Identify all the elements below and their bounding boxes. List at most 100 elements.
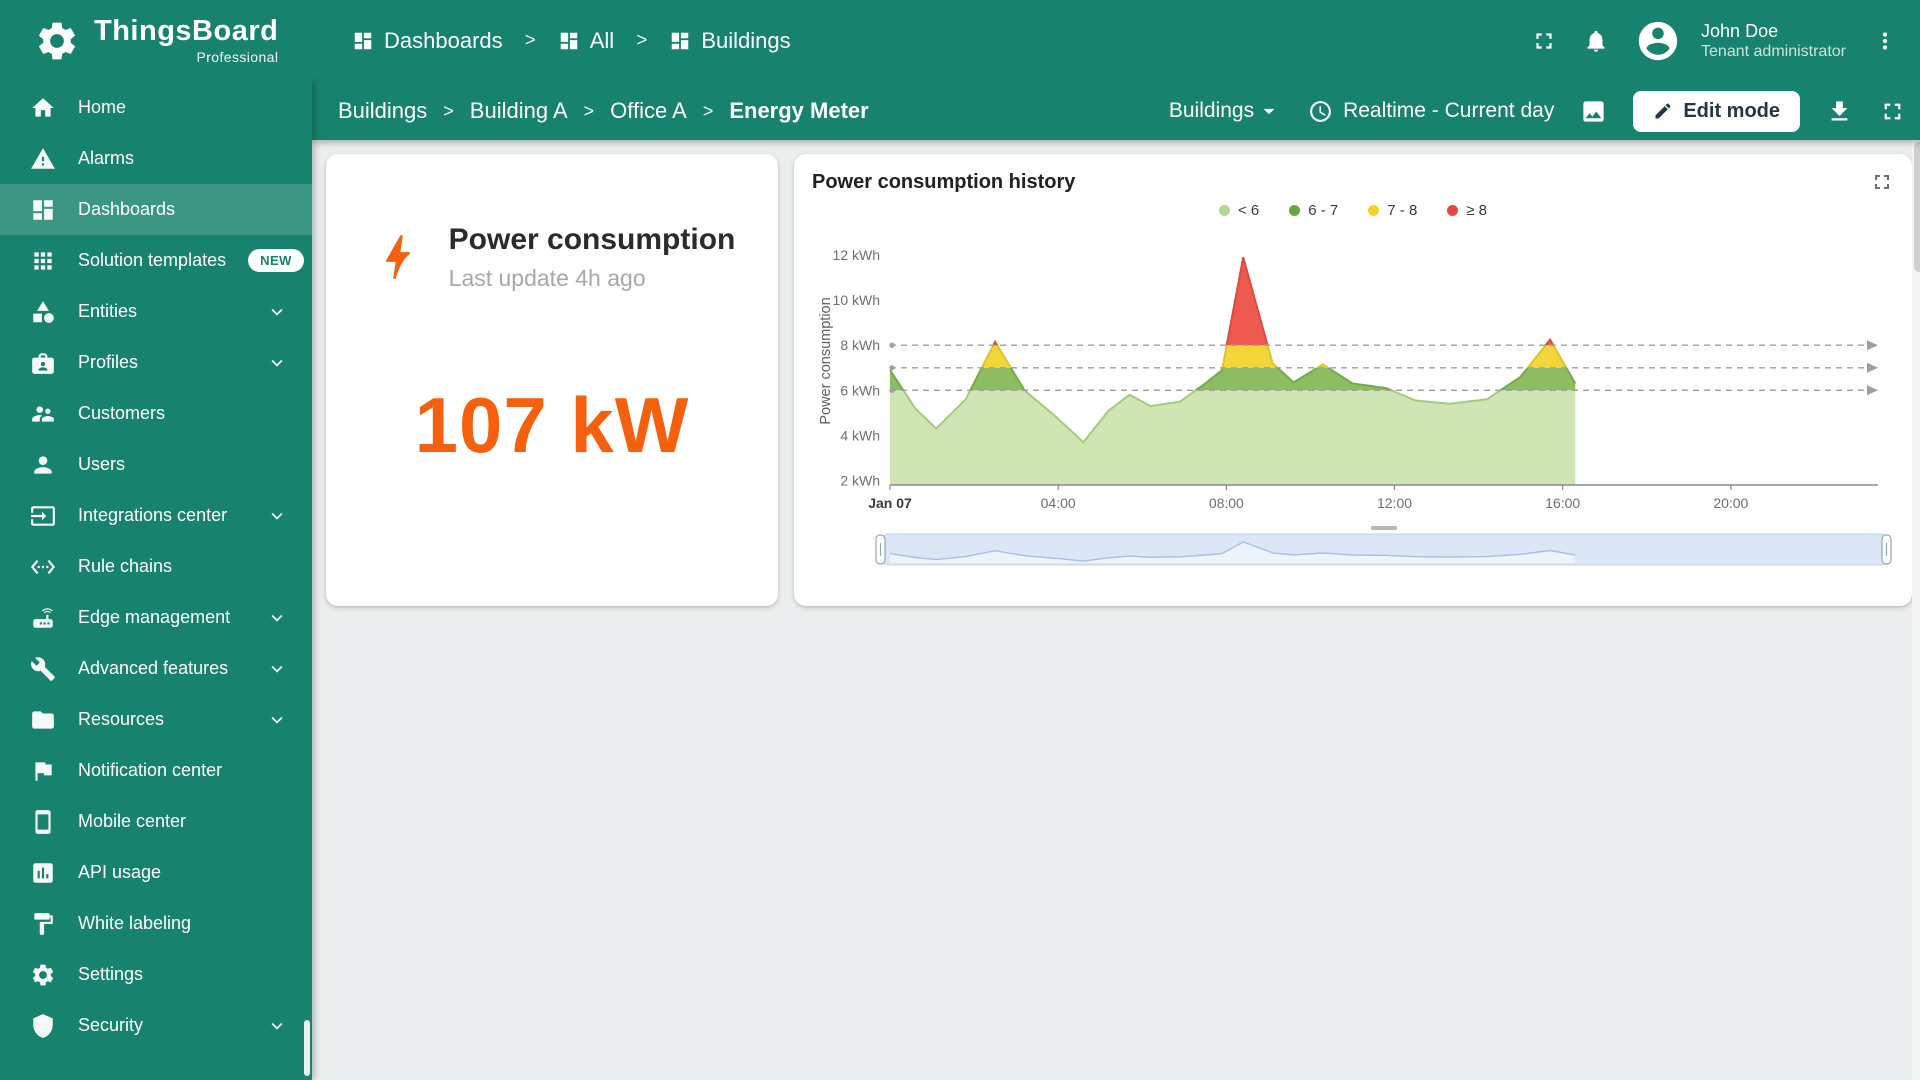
- user-avatar[interactable]: [1635, 18, 1681, 64]
- sidebar-item-label: Settings: [78, 964, 288, 985]
- dashboard-path-buildings[interactable]: Buildings: [338, 98, 427, 124]
- power-card-subtitle: Last update 4h ago: [449, 265, 736, 292]
- toolbar-right: Buildings Realtime - Current day Edit mo…: [1169, 91, 1906, 132]
- svg-text:Power consumption: Power consumption: [818, 297, 834, 424]
- sidebar-item-label: Integrations center: [78, 505, 244, 526]
- rule-chains-icon: [30, 554, 56, 580]
- svg-text:4 kWh: 4 kWh: [840, 427, 880, 443]
- svg-text:12 kWh: 12 kWh: [833, 247, 880, 263]
- alarms-icon: [30, 146, 56, 172]
- timewindow-button[interactable]: Realtime - Current day: [1308, 99, 1554, 124]
- header-breadcrumb: Dashboards>All>Buildings: [352, 28, 791, 54]
- security-icon: [30, 1013, 56, 1039]
- customers-icon: [30, 401, 56, 427]
- clock-icon: [1308, 99, 1333, 124]
- sidebar-item-settings[interactable]: Settings: [0, 949, 312, 1000]
- sidebar-item-resources[interactable]: Resources: [0, 694, 312, 745]
- legend-dot: [1289, 205, 1300, 216]
- dashboard-path-building-a[interactable]: Building A: [470, 98, 568, 124]
- download-icon[interactable]: [1826, 98, 1853, 125]
- path-separator: >: [703, 101, 714, 122]
- navigator-scroll-thumb[interactable]: [1371, 526, 1397, 530]
- user-name: John Doe: [1701, 20, 1846, 43]
- entity-select[interactable]: Buildings: [1169, 98, 1282, 124]
- legend-dot: [1219, 205, 1230, 216]
- chevron-down-icon: [266, 505, 288, 527]
- users-icon: [30, 452, 56, 478]
- chart-navigator[interactable]: [812, 525, 1894, 573]
- path-separator: >: [443, 101, 454, 122]
- power-history-widget: Power consumption history < 6 6 - 7 7 - 8 ≥…: [794, 154, 1912, 606]
- sidebar-item-solution-templates[interactable]: Solution templatesNEW: [0, 235, 312, 286]
- sidebar-item-label: Edge management: [78, 607, 244, 628]
- history-card-header: Power consumption history: [812, 170, 1894, 194]
- power-card-value: 107 kW: [326, 380, 778, 471]
- entities-icon: [30, 299, 56, 325]
- sidebar-item-edge-management[interactable]: Edge management: [0, 592, 312, 643]
- solution-templates-icon: [30, 248, 56, 274]
- legend-item-6[interactable]: < 6: [1219, 202, 1259, 219]
- integrations-icon: [30, 503, 56, 529]
- dashboard-breadcrumb: Buildings>Building A>Office A>Energy Met…: [338, 98, 869, 124]
- sidebar-item-entities[interactable]: Entities: [0, 286, 312, 337]
- user-meta[interactable]: John Doe Tenant administrator: [1701, 20, 1846, 63]
- breadcrumb-separator: >: [636, 30, 647, 52]
- dashboard-path-office-a[interactable]: Office A: [610, 98, 687, 124]
- svg-text:8 kWh: 8 kWh: [840, 337, 880, 353]
- fullscreen-icon[interactable]: [1531, 28, 1557, 54]
- sidebar-item-label: Profiles: [78, 352, 244, 373]
- sidebar-item-advanced-features[interactable]: Advanced features: [0, 643, 312, 694]
- legend-item-7-8[interactable]: 7 - 8: [1368, 202, 1417, 219]
- brand-area: ThingsBoard Professional: [0, 0, 312, 82]
- sidebar-item-integrations-center[interactable]: Integrations center: [0, 490, 312, 541]
- header-breadcrumb-buildings[interactable]: Buildings: [669, 28, 790, 54]
- sidebar-item-label: Customers: [78, 403, 288, 424]
- sidebar-item-notification-center[interactable]: Notification center: [0, 745, 312, 796]
- legend-label: < 6: [1238, 202, 1259, 219]
- navigator-left-handle[interactable]: [876, 535, 885, 564]
- expand-widget-icon[interactable]: [1870, 170, 1894, 194]
- navigator-right-handle[interactable]: [1882, 535, 1891, 564]
- dashboards-grid-icon: [669, 30, 691, 52]
- svg-text:04:00: 04:00: [1041, 495, 1076, 511]
- chevron-down-icon: [266, 658, 288, 680]
- resources-icon: [30, 707, 56, 733]
- content-scrollbar[interactable]: [1912, 140, 1920, 1080]
- chevron-down-icon: [266, 1015, 288, 1037]
- sidebar-item-dashboards[interactable]: Dashboards: [0, 184, 312, 235]
- content-scrollbar-thumb[interactable]: [1914, 142, 1920, 272]
- sidebar-item-users[interactable]: Users: [0, 439, 312, 490]
- sidebar-item-api-usage[interactable]: API usage: [0, 847, 312, 898]
- sidebar-item-profiles[interactable]: Profiles: [0, 337, 312, 388]
- mobile-icon: [30, 809, 56, 835]
- sidebar-item-label: White labeling: [78, 913, 288, 934]
- api-icon: [30, 860, 56, 886]
- legend-item-6-7[interactable]: 6 - 7: [1289, 202, 1338, 219]
- sidebar-item-label: Rule chains: [78, 556, 288, 577]
- chevron-down-icon: [266, 709, 288, 731]
- toolbar-fullscreen-icon[interactable]: [1879, 98, 1906, 125]
- kebab-menu-icon[interactable]: [1872, 28, 1898, 54]
- dashboard-content: Power consumption Last update 4h ago 107…: [312, 140, 1920, 1080]
- dashboards-icon: [30, 197, 56, 223]
- profiles-icon: [30, 350, 56, 376]
- sidebar-item-home[interactable]: Home: [0, 82, 312, 133]
- svg-text:20:00: 20:00: [1713, 495, 1748, 511]
- notifications-bell-icon[interactable]: [1583, 28, 1609, 54]
- sidebar-item-white-labeling[interactable]: White labeling: [0, 898, 312, 949]
- sidebar-item-alarms[interactable]: Alarms: [0, 133, 312, 184]
- sidebar-item-rule-chains[interactable]: Rule chains: [0, 541, 312, 592]
- image-gallery-icon[interactable]: [1580, 98, 1607, 125]
- sidebar-scrollbar[interactable]: [304, 1020, 310, 1076]
- history-card-title: Power consumption history: [812, 171, 1075, 194]
- sidebar-item-security[interactable]: Security: [0, 1000, 312, 1051]
- home-icon: [30, 95, 56, 121]
- header-breadcrumb-dashboards[interactable]: Dashboards: [352, 28, 503, 54]
- thingsboard-logo-icon[interactable]: [34, 18, 80, 64]
- edit-mode-button[interactable]: Edit mode: [1633, 91, 1800, 132]
- header-breadcrumb-all[interactable]: All: [558, 28, 614, 54]
- sidebar-item-customers[interactable]: Customers: [0, 388, 312, 439]
- legend-item-8[interactable]: ≥ 8: [1447, 202, 1487, 219]
- sidebar-item-mobile-center[interactable]: Mobile center: [0, 796, 312, 847]
- sidebar-item-label: Entities: [78, 301, 244, 322]
